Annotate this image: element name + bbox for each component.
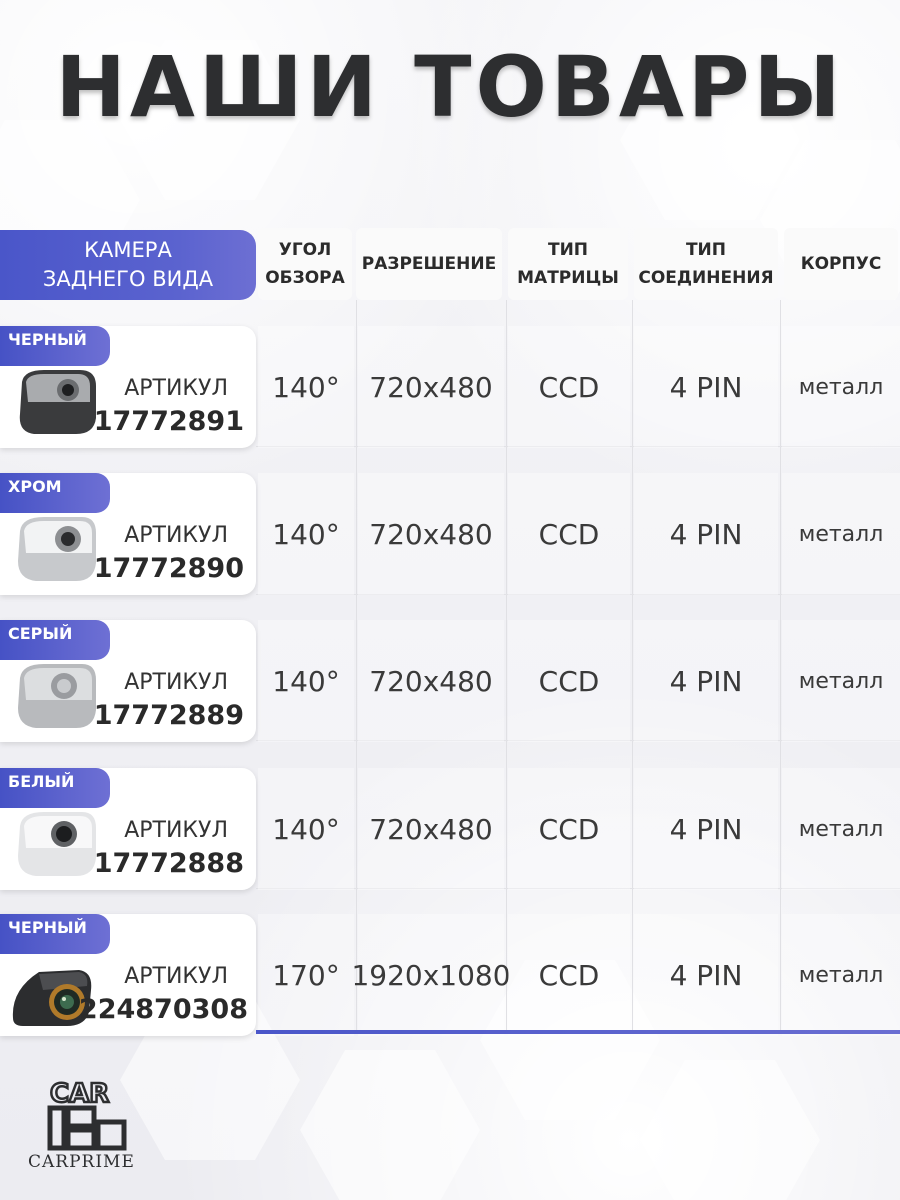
article-number: 224870308 — [78, 994, 248, 1025]
cell-matrix: CCD — [508, 326, 630, 448]
table-header: КАМЕРА ЗАДНЕГО ВИДА УГОЛ ОБЗОРА РАЗРЕШЕНИ… — [0, 228, 900, 300]
cell-angle: 170° — [258, 914, 354, 1036]
cell-angle: 140° — [258, 768, 354, 890]
header-body: КОРПУС — [784, 228, 898, 300]
cell-angle: 140° — [258, 473, 354, 595]
cell-angle: 140° — [258, 326, 354, 448]
product-card[interactable]: ЧЕРНЫЙ АРТИКУЛ 17772891 — [0, 326, 256, 448]
cell-resolution: 720x480 — [358, 326, 504, 448]
cell-resolution: 1920x1080 — [351, 914, 511, 1036]
cell-matrix: CCD — [508, 473, 630, 595]
cell-resolution: 720x480 — [358, 768, 504, 890]
table-row: СЕРЫЙ АРТИКУЛ 17772889 140° 720x480 CCD … — [0, 620, 900, 742]
camera-chrome-icon — [18, 517, 96, 581]
cell-body: металл — [782, 473, 900, 595]
header-resolution: РАЗРЕШЕНИЕ — [356, 228, 502, 300]
cell-connection: 4 PIN — [634, 473, 778, 595]
cell-connection: 4 PIN — [634, 620, 778, 742]
color-badge: СЕРЫЙ — [0, 620, 110, 660]
camera-white-icon — [18, 812, 96, 876]
table-bottom-bar — [256, 1030, 900, 1034]
cell-body: металл — [782, 914, 900, 1036]
cell-body: металл — [782, 768, 900, 890]
product-card[interactable]: ХРОМ АРТИКУЛ 17772890 — [0, 473, 256, 595]
page-title: НАШИ ТОВАРЫ — [55, 38, 845, 136]
camera-gray-icon — [18, 664, 96, 728]
svg-text:CAR: CAR — [50, 1079, 109, 1109]
product-card[interactable]: БЕЛЫЙ АРТИКУЛ 17772888 — [0, 768, 256, 890]
header-angle: УГОЛ ОБЗОРА — [258, 228, 352, 300]
color-badge: ЧЕРНЫЙ — [0, 914, 110, 954]
cell-matrix: CCD — [508, 768, 630, 890]
header-connection: ТИП СОЕДИНЕНИЯ — [634, 228, 778, 300]
header-matrix: ТИП МАТРИЦЫ — [508, 228, 628, 300]
color-badge: БЕЛЫЙ — [0, 768, 110, 808]
product-card[interactable]: СЕРЫЙ АРТИКУЛ 17772889 — [0, 620, 256, 742]
cell-connection: 4 PIN — [634, 326, 778, 448]
cell-angle: 140° — [258, 620, 354, 742]
article-number: 17772889 — [93, 700, 244, 731]
cell-connection: 4 PIN — [634, 768, 778, 890]
cell-body: металл — [782, 326, 900, 448]
table-row: ЧЕРНЫЙ АРТИКУЛ 224870308 170° 1920x1080 … — [0, 914, 900, 1036]
article-number: 17772890 — [93, 553, 244, 584]
article-label: АРТИКУЛ — [124, 818, 228, 843]
cell-resolution: 720x480 — [358, 620, 504, 742]
color-badge: ЧЕРНЫЙ — [0, 326, 110, 366]
header-category-label: КАМЕРА ЗАДНЕГО ВИДА — [0, 230, 256, 300]
cell-body: металл — [782, 620, 900, 742]
article-label: АРТИКУЛ — [124, 376, 228, 401]
article-label: АРТИКУЛ — [124, 964, 228, 989]
cell-matrix: CCD — [508, 620, 630, 742]
product-card[interactable]: ЧЕРНЫЙ АРТИКУЛ 224870308 — [0, 914, 256, 1036]
brand-name: CARPRIME — [28, 1152, 135, 1172]
cell-connection: 4 PIN — [634, 914, 778, 1036]
article-number: 17772888 — [93, 848, 244, 879]
header-label-line1: КАМЕРА — [84, 238, 172, 262]
cell-matrix: CCD — [508, 914, 630, 1036]
article-label: АРТИКУЛ — [124, 523, 228, 548]
table-row: БЕЛЫЙ АРТИКУЛ 17772888 140° 720x480 CCD … — [0, 768, 900, 890]
cell-resolution: 720x480 — [358, 473, 504, 595]
article-number: 17772891 — [93, 406, 244, 437]
color-badge: ХРОМ — [0, 473, 110, 513]
table-row: ЧЕРНЫЙ АРТИКУЛ 17772891 140° 720x480 CCD… — [0, 326, 900, 448]
article-label: АРТИКУЛ — [124, 670, 228, 695]
camera-black-icon — [19, 370, 96, 434]
table-row: ХРОМ АРТИКУЛ 17772890 140° 720x480 CCD 4… — [0, 473, 900, 595]
header-label-line2: ЗАДНЕГО ВИДА — [42, 267, 214, 291]
